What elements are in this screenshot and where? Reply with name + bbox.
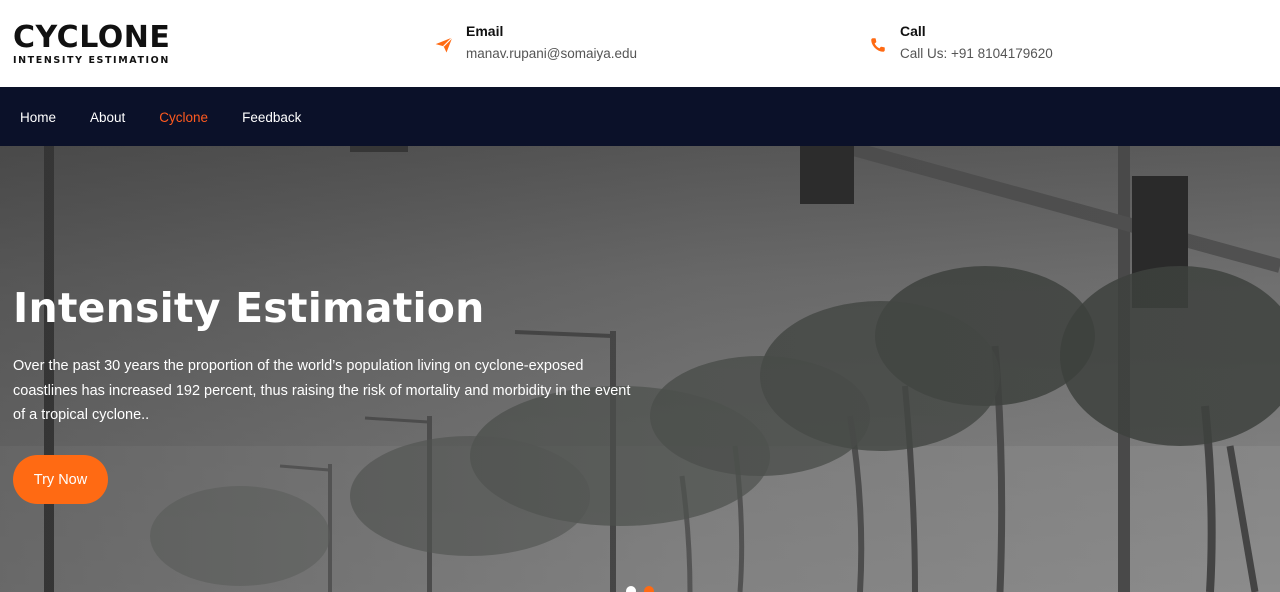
email-address[interactable]: manav.rupani@somaiya.edu	[466, 45, 637, 63]
logo-title: CYCLONE	[13, 20, 171, 55]
contact-email: Email manav.rupani@somaiya.edu	[432, 22, 637, 63]
hero-section: Intensity Estimation Over the past 30 ye…	[0, 146, 1280, 592]
carousel-dot-active[interactable]	[644, 586, 654, 592]
phone-icon	[866, 33, 890, 57]
contact-call: Call Call Us: +91 8104179620	[866, 22, 1053, 63]
carousel-dot[interactable]	[626, 586, 636, 592]
nav-item-home[interactable]: Home	[20, 110, 56, 125]
nav-item-feedback[interactable]: Feedback	[242, 110, 301, 125]
nav-item-about[interactable]: About	[90, 110, 125, 125]
top-header: CYCLONE INTENSITY ESTIMATION Email manav…	[0, 0, 1280, 87]
call-number[interactable]: Call Us: +91 8104179620	[900, 45, 1053, 63]
carousel-indicators	[626, 586, 654, 592]
hero-title: Intensity Estimation	[13, 284, 485, 332]
paper-plane-icon	[432, 33, 456, 57]
nav-item-cyclone[interactable]: Cyclone	[159, 110, 208, 125]
logo-subtitle: INTENSITY ESTIMATION	[13, 55, 170, 66]
nav-list: Home About Cyclone Feedback	[0, 87, 1280, 146]
try-now-button[interactable]: Try Now	[13, 455, 108, 504]
call-title: Call	[900, 23, 926, 39]
main-navbar: Home About Cyclone Feedback	[0, 87, 1280, 146]
site-logo[interactable]: CYCLONE INTENSITY ESTIMATION	[13, 22, 170, 67]
hero-description: Over the past 30 years the proportion of…	[13, 358, 631, 423]
email-title: Email	[466, 23, 504, 39]
